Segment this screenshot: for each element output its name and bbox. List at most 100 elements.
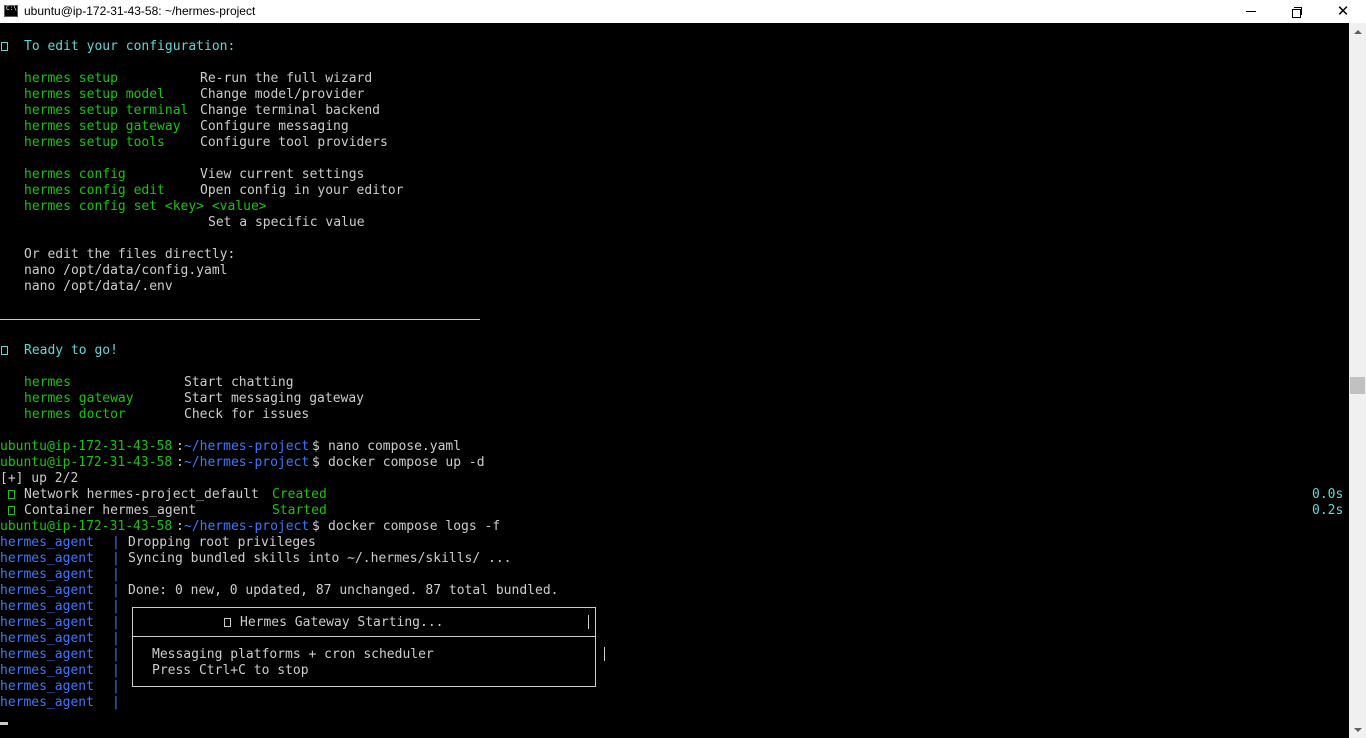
prompt-path: ~/hermes-project [184,439,310,454]
command-description: Check for issues [184,407,310,422]
check-icon [8,487,15,503]
title-bar[interactable]: ubuntu@ip-172-31-43-58: ~/hermes-project… [0,0,1366,23]
log-message: Done: 0 new, 0 updated, 87 unchanged. 87… [128,583,559,598]
gateway-box-edge [588,615,589,629]
gateway-box-edge [604,647,605,661]
list-item: hermes setup gateway Configure messaging [0,119,349,135]
log-pipe: | [112,599,120,614]
prompt-colon: : [176,439,184,454]
divider [0,319,480,320]
or-edit-text: Or edit the files directly: [24,247,236,262]
log-line: hermes_agent | Syncing bundled skills in… [0,551,512,567]
chevron-down-icon [1353,727,1362,732]
prompt-colon: : [176,519,184,534]
list-item: hermes gateway Start messaging gateway [0,391,364,407]
command-name: hermes setup terminal [24,103,189,118]
command-name: hermes config edit [24,183,165,198]
gateway-info: Press Ctrl+C to stop [152,663,309,678]
compose-summary-line: [+] up 2/2 [0,471,78,487]
command-name: hermes setup tools [24,135,165,150]
shell-command: docker compose logs -f [328,519,501,534]
log-line: hermes_agent | [0,567,120,583]
text-cursor [0,722,8,725]
log-pipe: | [112,663,120,678]
list-item: hermes setup tools Configure tool provid… [0,135,388,151]
console-app-icon [4,5,18,17]
scroll-thumb[interactable] [1350,377,1365,394]
file-path-line: nano /opt/data/config.yaml [0,263,228,279]
gateway-info-line: Press Ctrl+C to stop [0,663,309,679]
command-name: hermes setup gateway [24,119,181,134]
compose-item-time: 0.0s [1312,487,1344,502]
ready-heading-line: Ready to go! [0,343,118,359]
command-description: Change model/provider [200,87,365,102]
command-description: Start chatting [184,375,294,390]
command-name: hermes setup [24,71,118,86]
gateway-info: Messaging platforms + cron scheduler [152,647,434,662]
compose-item: Container hermes_agent Started 0.2s [0,503,1343,519]
compose-item-label: Container hermes_agent [24,503,197,518]
file-path: nano /opt/data/.env [24,279,173,294]
gateway-title: Hermes Gateway Starting... [240,615,444,630]
log-pipe: | [112,535,120,550]
terminal-window: ubuntu@ip-172-31-43-58: ~/hermes-project… [0,0,1366,738]
prompt-user-host: ubuntu@ip-172-31-43-58 [0,439,173,454]
log-pipe: | [112,679,120,694]
prompt-line: ubuntu@ip-172-31-43-58 : ~/hermes-projec… [0,439,461,455]
command-name: hermes doctor [24,407,126,422]
prompt-user-host: ubuntu@ip-172-31-43-58 [0,455,173,470]
list-item: hermes setup model Change model/provider [0,87,364,103]
gateway-box-divider [133,636,595,637]
list-item: hermes config View current settings [0,167,364,183]
log-pipe: | [112,567,120,582]
list-item: hermes setup Re-run the full wizard [0,71,372,87]
scroll-down-button[interactable] [1349,721,1366,738]
log-line: hermes_agent | Dropping root privileges [0,535,316,551]
or-edit-line: Or edit the files directly: [0,247,235,263]
command-name: hermes gateway [24,391,134,406]
command-description: Change terminal backend [200,103,381,118]
command-description: Re-run the full wizard [200,71,373,86]
command-description: View current settings [200,167,365,182]
log-pipe: | [112,695,120,710]
log-pipe: | [112,615,120,630]
log-prefix: hermes_agent [0,567,94,582]
config-heading-line: To edit your configuration: [0,39,235,55]
log-prefix: hermes_agent [0,535,94,550]
chevron-up-icon [1353,29,1362,34]
list-item: hermes doctor Check for issues [0,407,309,423]
restore-button[interactable] [1274,0,1320,23]
log-pipe: | [112,647,120,662]
prompt-line: ubuntu@ip-172-31-43-58 : ~/hermes-projec… [0,519,500,535]
command-description: Configure tool providers [200,135,388,150]
command-name: hermes config set <key> <value> [24,199,267,214]
gateway-icon [224,615,231,631]
log-message: Syncing bundled skills into ~/.hermes/sk… [128,551,512,566]
scroll-up-button[interactable] [1349,23,1366,40]
list-item: hermes setup terminal Change terminal ba… [0,103,380,119]
command-name: hermes [24,375,71,390]
vertical-scrollbar[interactable] [1349,23,1366,738]
compose-summary: [+] up 2/2 [0,471,79,486]
minimize-icon [1246,11,1256,12]
log-prefix: hermes_agent [0,551,94,566]
minimize-button[interactable] [1228,0,1274,23]
ready-heading: Ready to go! [24,343,118,358]
shell-command: docker compose up -d [328,455,485,470]
list-item: Set a specific value [0,215,365,231]
compose-item-label: Network hermes-project_default [24,487,259,502]
prompt-path: ~/hermes-project [184,455,310,470]
close-button[interactable]: ✕ [1320,0,1366,23]
prompt-dollar: $ [312,455,320,470]
window-title: ubuntu@ip-172-31-43-58: ~/hermes-project [24,4,256,18]
log-pipe: | [112,631,120,646]
terminal-output[interactable]: To edit your configuration: hermes setup… [0,23,1349,738]
list-item: hermes Start chatting [0,375,294,391]
prompt-path: ~/hermes-project [184,519,310,534]
gateway-title-line: Hermes Gateway Starting... [0,615,444,631]
list-item: hermes config set <key> <value> [0,199,267,215]
info-bullet-icon [1,39,8,55]
log-message: Dropping root privileges [128,535,316,550]
command-description: Set a specific value [208,215,365,230]
command-name: hermes setup model [24,87,165,102]
